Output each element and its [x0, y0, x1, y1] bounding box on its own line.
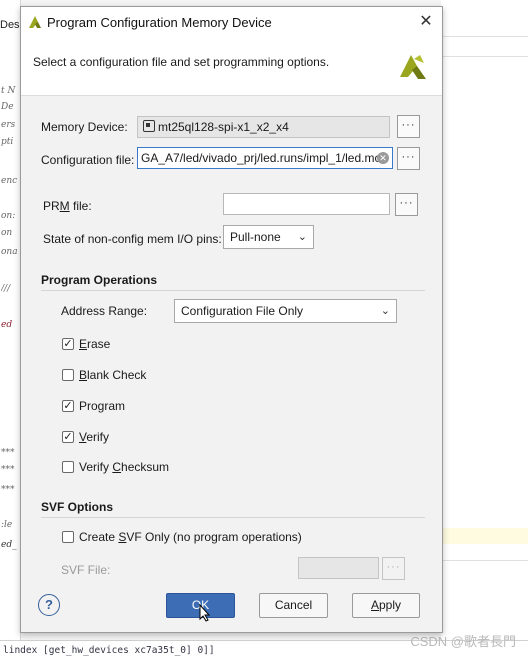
editor-tab-label[interactable]: Des: [0, 19, 20, 31]
memory-device-browse-button[interactable]: ···: [397, 115, 420, 138]
state-pins-label: State of non-config mem I/O pins:: [43, 232, 222, 246]
verify-checkbox[interactable]: ✓: [62, 431, 74, 443]
program-config-memory-dialog: Program Configuration Memory Device ✕ Se…: [20, 6, 443, 633]
configuration-file-input[interactable]: GA_A7/led/vivado_prj/led.runs/impl_1/led…: [137, 147, 393, 169]
dialog-title: Program Configuration Memory Device: [47, 15, 272, 30]
section-divider: [41, 517, 425, 518]
verify-checksum-label: Verify Checksum: [79, 460, 170, 474]
memory-device-field: mt25ql128-spi-x1_x2_x4: [137, 116, 390, 138]
configuration-file-value: GA_A7/led/vivado_prj/led.runs/impl_1/led…: [141, 151, 387, 165]
memory-device-label: Memory Device:: [41, 120, 128, 134]
prm-file-label: PRM file:: [43, 199, 92, 213]
verify-checksum-checkbox[interactable]: [62, 461, 74, 473]
create-svf-label: Create SVF Only (no program operations): [79, 530, 302, 544]
blank-check-checkbox[interactable]: [62, 369, 74, 381]
address-range-value: Configuration File Only: [181, 304, 304, 318]
section-divider: [41, 290, 425, 291]
erase-label: Erase: [79, 337, 111, 351]
address-range-select[interactable]: Configuration File Only ⌄: [174, 299, 397, 323]
state-pins-value: Pull-none: [230, 230, 281, 244]
state-pins-select[interactable]: Pull-none ⌄: [223, 225, 314, 249]
chevron-down-icon: ⌄: [380, 305, 390, 317]
clear-icon[interactable]: ✕: [377, 152, 389, 164]
address-range-label: Address Range:: [61, 304, 148, 318]
prm-file-input[interactable]: [223, 193, 390, 215]
prm-file-browse-button[interactable]: ···: [395, 193, 418, 216]
configuration-file-browse-button[interactable]: ···: [397, 147, 420, 170]
instructions-text: Select a configuration file and set prog…: [33, 55, 330, 69]
mouse-cursor-icon: [199, 604, 211, 622]
watermark: CSDN @歌者長門: [410, 634, 516, 649]
tcl-console-text: lindex [get_hw_devices xc7a35t_0] 0]]: [3, 645, 215, 656]
program-operations-heading: Program Operations: [41, 273, 158, 287]
dialog-titlebar: Program Configuration Memory Device ✕: [21, 7, 442, 37]
svf-file-input: [298, 557, 379, 579]
create-svf-checkbox[interactable]: [62, 531, 74, 543]
svf-file-browse-button: ···: [382, 557, 405, 580]
apply-button[interactable]: Apply: [352, 593, 420, 618]
svf-options-heading: SVF Options: [41, 500, 113, 514]
help-button[interactable]: ?: [38, 594, 60, 616]
chevron-down-icon: ⌄: [297, 231, 307, 243]
dialog-header: Select a configuration file and set prog…: [21, 37, 442, 96]
cancel-button[interactable]: Cancel: [259, 593, 328, 618]
blank-check-label: Blank Check: [79, 368, 147, 382]
chip-icon: [143, 120, 155, 132]
program-checkbox[interactable]: ✓: [62, 400, 74, 412]
vivado-logo-icon: [29, 16, 41, 28]
erase-checkbox[interactable]: ✓: [62, 338, 74, 350]
close-icon[interactable]: ✕: [416, 12, 436, 32]
memory-device-value: mt25ql128-spi-x1_x2_x4: [158, 120, 289, 134]
program-label: Program: [79, 399, 126, 413]
verify-label: Verify: [79, 430, 110, 444]
configuration-file-label: Configuration file:: [41, 153, 135, 167]
svf-file-label: SVF File:: [61, 563, 111, 577]
vivado-logo-large-icon: [400, 55, 426, 79]
editor-gutter: t N De ers pti enc on: on ona /// ed ***…: [0, 0, 21, 658]
editor-right-panel: [441, 0, 528, 658]
